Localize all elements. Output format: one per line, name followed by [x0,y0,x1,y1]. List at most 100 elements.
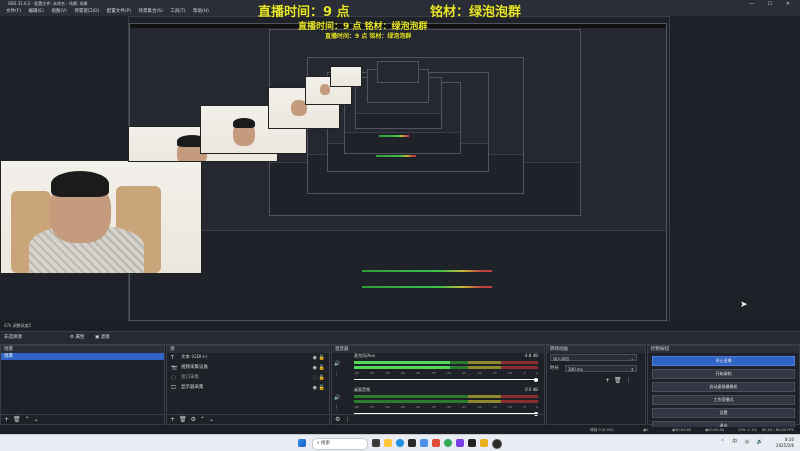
obs-icon[interactable] [492,439,502,449]
monitor-icon: 🖵 [171,385,176,391]
app-icon[interactable] [432,439,440,447]
menu-edit[interactable]: 编辑(E) [29,8,44,16]
transition-type-select[interactable]: 淡入淡出 ⌄ [550,354,637,361]
taskbar: ⌕ 搜索 ⌃ 中 ◎ 🔊 8:10 2025/2/6 [0,434,800,451]
gear-icon[interactable]: ⋮ [334,405,339,411]
window-icon: ▢ [171,375,176,381]
volume-meter [354,400,538,403]
preview-canvas[interactable] [128,16,670,323]
app-icon[interactable] [444,439,452,447]
gear-icon[interactable]: ⚙ [191,416,200,423]
properties-button[interactable]: ⚙ 属性 [70,332,84,344]
chevron-up-icon[interactable]: ⌃ [25,416,34,423]
window-controls[interactable]: — ☐ ✕ [749,0,796,8]
volume-slider[interactable] [354,377,538,382]
trash-icon[interactable]: 🗑 [179,416,191,423]
scale-tick: -20 [476,405,482,409]
source-item-text[interactable]: T 文本 (GDI+) ◉ 🔓 [167,353,329,363]
menu-tools[interactable]: 工具(T) [170,8,185,16]
menu-help[interactable]: 帮助(H) [193,8,209,16]
meter-scale: -60 -55 -50 -45 -40 -35 -30 -25 -20 -15 -10 -5 0 [354,405,538,409]
mixer-channel-desktop: 桌面音频 0.0 dB -60 -55 -50 -45 -40 -35 -30 -25 -20-… [332,387,544,417]
menu-file[interactable]: 文件(F) [6,8,21,16]
taskbar-search[interactable]: ⌕ 搜索 [312,438,368,450]
preview-status: 07k 调整高度5 [0,322,800,330]
scale-tick: -35 [430,405,436,409]
studio-mode-button[interactable]: 工作室模式 [652,395,795,405]
menu-profile[interactable]: 配置文件(P) [107,8,131,16]
menu-docks[interactable]: 停靠窗口(D) [74,8,99,16]
add-icon[interactable]: + [170,416,179,423]
window-title: OBS 31.0.2 - 配置文件: 未命名 - 场景: 场景 [8,1,88,6]
eye-icon[interactable]: ◉ [313,353,317,363]
scale-tick: -10 [507,405,513,409]
lock-icon[interactable]: 🔓 [319,363,325,373]
scale-tick: -35 [430,371,436,375]
source-item-window[interactable]: ▢ 窗口采集 ◌ 🔓 [167,373,329,383]
start-virtual-camera-button[interactable]: 启动虚拟摄像机 [652,382,795,392]
lock-icon[interactable]: 🔓 [319,373,325,383]
filters-button[interactable]: ▣ 滤镜 [95,332,110,344]
mouse-cursor-icon: ➤ [740,300,748,310]
scenes-header: 场景 [1,346,164,353]
speaker-icon[interactable]: 🔊 [334,395,340,401]
channel-db: 0.0 dB [525,387,538,392]
menu-dots-icon[interactable]: ⋮ [344,416,354,423]
cpu-usage: CPU: 1.1% [738,428,757,432]
trash-icon[interactable]: 🗑 [614,377,626,384]
lock-icon[interactable]: 🔓 [319,353,325,363]
chevron-down-icon[interactable]: ⌄ [209,416,218,423]
edge-browser-icon[interactable] [396,439,404,447]
app-icon[interactable] [456,439,464,447]
gear-icon[interactable]: ⚙ [335,416,344,423]
scale-tick: -50 [384,371,390,375]
add-icon[interactable]: + [605,377,614,384]
app-icon[interactable] [420,439,428,447]
start-recording-button[interactable]: 开始录制 [652,369,795,379]
rec-time: ◉ 00:00:00 [705,428,725,432]
eye-icon[interactable]: ◉ [313,363,317,373]
scale-tick: -55 [369,405,375,409]
system-tray[interactable]: ⌃ 中 ◎ 🔊 [720,438,766,445]
windows-start-icon[interactable] [298,439,306,447]
scale-tick: -30 [445,405,451,409]
source-item-monitor[interactable]: 🖵 显示器采集 ◉ 🔓 [167,383,329,393]
live-time: ◉ 00:00:00 [672,428,692,432]
text-icon: T [171,355,175,361]
volume-meter [354,395,538,398]
overlay-text-recursive: 直播时间：9 点 铭材：绿泡泡群 [325,33,412,40]
scale-tick: 0 [536,405,538,409]
scale-tick: -10 [507,371,513,375]
channel-name: 桌面音频 [354,387,370,392]
fps: 60.00 / 60.00 FPS [762,428,794,432]
duration-input[interactable]: 300 ms ⇕ [565,365,637,372]
scene-item[interactable]: 场景 [1,353,164,360]
scale-tick: -15 [491,405,497,409]
task-view-icon[interactable] [372,439,380,447]
chevron-down-icon[interactable]: ⌄ [34,416,43,423]
stop-streaming-button[interactable]: 停止直播 [652,356,795,366]
scale-tick: -50 [384,405,390,409]
menu-bar: 文件(F) 编辑(E) 视图(V) 停靠窗口(D) 配置文件(P) 场景集合(S… [0,8,800,16]
transition-type-row: 淡入淡出 ⌄ [547,353,645,362]
gear-icon[interactable]: ⋮ [334,371,339,377]
transition-duration-row: 时长 300 ms ⇕ [547,364,645,373]
app-icon[interactable] [468,439,476,447]
menu-dots-icon[interactable]: ⋮ [626,377,636,384]
lock-icon[interactable]: 🔓 [319,383,325,393]
eye-icon[interactable]: ◉ [313,383,317,393]
add-icon[interactable]: + [4,416,13,423]
menu-view[interactable]: 视图(V) [51,8,67,16]
chevron-up-icon[interactable]: ⌃ [200,416,209,423]
settings-button[interactable]: 设置 [652,408,795,418]
file-explorer-icon[interactable] [384,439,392,447]
menu-scene-collection[interactable]: 场景集合(S) [138,8,162,16]
app-icon[interactable] [480,439,488,447]
mixer-channel-mic: 麦克风/Aux -4.8 dB -60 -55 -50 -45 -40 -35 -30 -25… [332,353,544,387]
speaker-icon[interactable]: 🔊 [334,361,340,367]
eye-hidden-icon[interactable]: ◌ [313,373,317,383]
trash-icon[interactable]: 🗑 [13,416,25,423]
store-icon[interactable] [408,439,416,447]
source-item-camera[interactable]: 📷 视频采集设备 ◉ 🔓 [167,363,329,373]
scale-tick: -5 [522,371,526,375]
